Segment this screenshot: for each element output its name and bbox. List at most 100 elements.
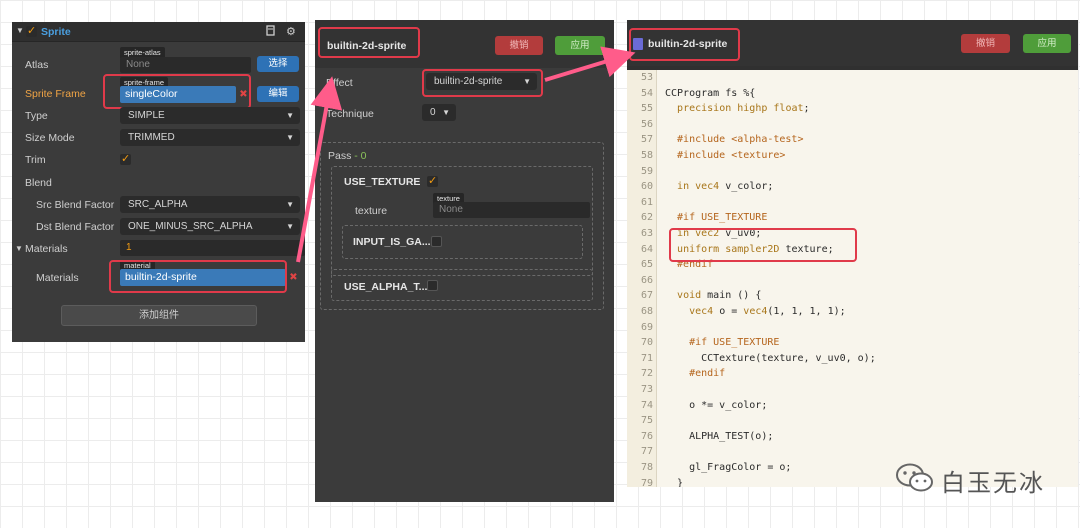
code-line[interactable]: in vec4 v_color; [665, 181, 773, 192]
line-number: 68 [640, 306, 653, 317]
src-blend-factor-value: SRC_ALPHA [128, 199, 188, 210]
code-line[interactable]: CCTexture(texture, v_uv0, o); [665, 353, 876, 364]
dst-blend-factor-dropdown[interactable]: ONE_MINUS_SRC_ALPHA ▼ [120, 218, 300, 235]
sprite-inspector-panel: ▼ ✓ Sprite ⚙ Atlas sprite-atlas None 选择 … [12, 22, 305, 342]
gear-icon[interactable]: ⚙ [286, 25, 296, 38]
code-line[interactable]: ALPHA_TEST(o); [665, 431, 773, 442]
line-number: 61 [640, 196, 653, 208]
line-number: 65 [640, 259, 653, 271]
materials-count-field[interactable]: 1 [120, 240, 305, 256]
code-line[interactable]: #endif [665, 368, 725, 379]
line-number: 71 [640, 352, 653, 364]
code-line[interactable]: vec4 o = vec4(1, 1, 1, 1); [665, 306, 846, 317]
line-number: 56 [640, 118, 653, 130]
sprite-enabled-checkbox[interactable]: ✓ [26, 26, 37, 37]
atlas-select-button[interactable]: 选择 [257, 56, 299, 72]
materials-count-label: Materials [25, 243, 68, 255]
material-clear-icon[interactable]: ✖ [287, 269, 300, 286]
line-number: 55 [640, 103, 653, 115]
code-line[interactable]: precision highp float; [665, 103, 810, 114]
code-line[interactable]: o *= v_color; [665, 400, 767, 411]
code-line[interactable]: CCProgram fs %{ [665, 88, 755, 99]
code-editor[interactable]: 53 54 55 56 57 58 59 60 61 62 63 64 65 66 67 68 69 70 71 72… [627, 70, 1078, 487]
effect-label: Effect [326, 77, 353, 89]
atlas-asset-field[interactable]: None [120, 57, 251, 73]
line-number: 75 [640, 415, 653, 427]
material-title-highlight [318, 27, 420, 58]
line-number: 64 [640, 243, 653, 255]
code-line[interactable]: gl_FragColor = o; [665, 462, 791, 473]
chevron-down-icon: ▼ [442, 108, 450, 117]
line-number: 59 [640, 165, 653, 177]
trim-label: Trim [25, 154, 46, 166]
chevron-down-icon: ▼ [286, 222, 294, 231]
line-number: 67 [640, 290, 653, 302]
sprite-frame-edit-button[interactable]: 编辑 [257, 86, 299, 102]
input-is-gamma-checkbox[interactable] [431, 236, 442, 247]
use-texture-checkbox[interactable]: ✓ [427, 176, 438, 187]
code-line[interactable]: void main () { [665, 290, 761, 301]
dst-blend-factor-value: ONE_MINUS_SRC_ALPHA [128, 221, 253, 232]
type-dropdown[interactable]: SIMPLE ▼ [120, 107, 300, 124]
texture-asset-field[interactable]: None [433, 202, 590, 218]
dst-blend-factor-label: Dst Blend Factor [36, 221, 115, 233]
technique-value: 0 [430, 107, 436, 118]
use-texture-label: USE_TEXTURE [344, 176, 421, 188]
watermark: 白玉无冰 [895, 458, 1070, 498]
src-blend-factor-label: Src Blend Factor [36, 199, 115, 211]
collapse-arrow-icon[interactable]: ▼ [16, 26, 24, 35]
code-line[interactable]: } [665, 478, 683, 487]
line-number: 66 [640, 274, 653, 286]
size-mode-value: TRIMMED [128, 132, 175, 143]
add-component-button[interactable]: 添加组件 [61, 305, 257, 326]
line-number: 78 [640, 462, 653, 473]
trim-checkbox[interactable]: ✓ [120, 154, 131, 165]
effect-toolbar: builtin-2d-sprite 撤销 应用 [627, 20, 1078, 66]
use-alpha-test-checkbox[interactable] [427, 280, 438, 291]
size-mode-label: Size Mode [25, 132, 75, 144]
effect-revert-button[interactable]: 撤销 [961, 34, 1010, 53]
material-item-label: Materials [36, 272, 79, 284]
book-icon[interactable] [265, 25, 276, 37]
line-number: 74 [640, 399, 653, 411]
material-inspector-panel: builtin-2d-sprite 撤销 应用 Effect builtin-2… [315, 20, 614, 502]
chevron-down-icon: ▼ [286, 133, 294, 142]
effect-apply-button[interactable]: 应用 [1023, 34, 1071, 53]
line-number: 54 [640, 87, 653, 99]
line-number-gutter: 53 54 55 56 57 58 59 60 61 62 63 64 65 66 67 68 69 70 71 72… [627, 70, 657, 487]
input-is-gamma-label: INPUT_IS_GA... [353, 236, 431, 248]
pass-title: Pass [328, 150, 352, 162]
line-number: 72 [640, 368, 653, 380]
line-number: 58 [640, 150, 653, 161]
chevron-down-icon: ▼ [286, 111, 294, 120]
effect-title-highlight [629, 28, 740, 61]
effect-editor-panel: builtin-2d-sprite 撤销 应用 53 54 55 56 57 58 59 60… [627, 20, 1078, 487]
effect-highlight [422, 69, 543, 97]
line-number: 70 [640, 337, 653, 349]
line-number: 73 [640, 384, 653, 395]
technique-label: Technique [326, 108, 374, 120]
component-title: Sprite [41, 26, 71, 38]
code-line[interactable]: #include <texture> [665, 150, 785, 161]
use-alpha-test-label: USE_ALPHA_T... [344, 281, 428, 293]
material-revert-button[interactable]: 撤销 [495, 36, 543, 55]
code-line[interactable]: #if USE_TEXTURE [665, 337, 779, 348]
sprite-component-header[interactable]: ▼ ✓ Sprite ⚙ [12, 22, 305, 42]
line-number: 53 [640, 72, 653, 83]
wechat-icon [895, 462, 935, 494]
line-number: 63 [640, 228, 653, 239]
code-line[interactable]: #if USE_TEXTURE [665, 212, 767, 223]
material-highlight [109, 260, 287, 293]
pass-label: Pass - 0 [328, 150, 367, 162]
src-blend-factor-dropdown[interactable]: SRC_ALPHA ▼ [120, 196, 300, 213]
line-number: 79 [640, 477, 653, 487]
materials-expand-icon[interactable]: ▼ [15, 244, 23, 253]
size-mode-dropdown[interactable]: TRIMMED ▼ [120, 129, 300, 146]
technique-dropdown[interactable]: 0 ▼ [422, 104, 456, 121]
uniform-highlight [669, 228, 857, 262]
material-apply-button[interactable]: 应用 [555, 36, 605, 55]
line-number: 62 [640, 212, 653, 224]
sprite-frame-highlight [103, 74, 251, 109]
code-line[interactable]: #include <alpha-test> [665, 134, 803, 145]
watermark-text: 白玉无冰 [941, 469, 1045, 497]
